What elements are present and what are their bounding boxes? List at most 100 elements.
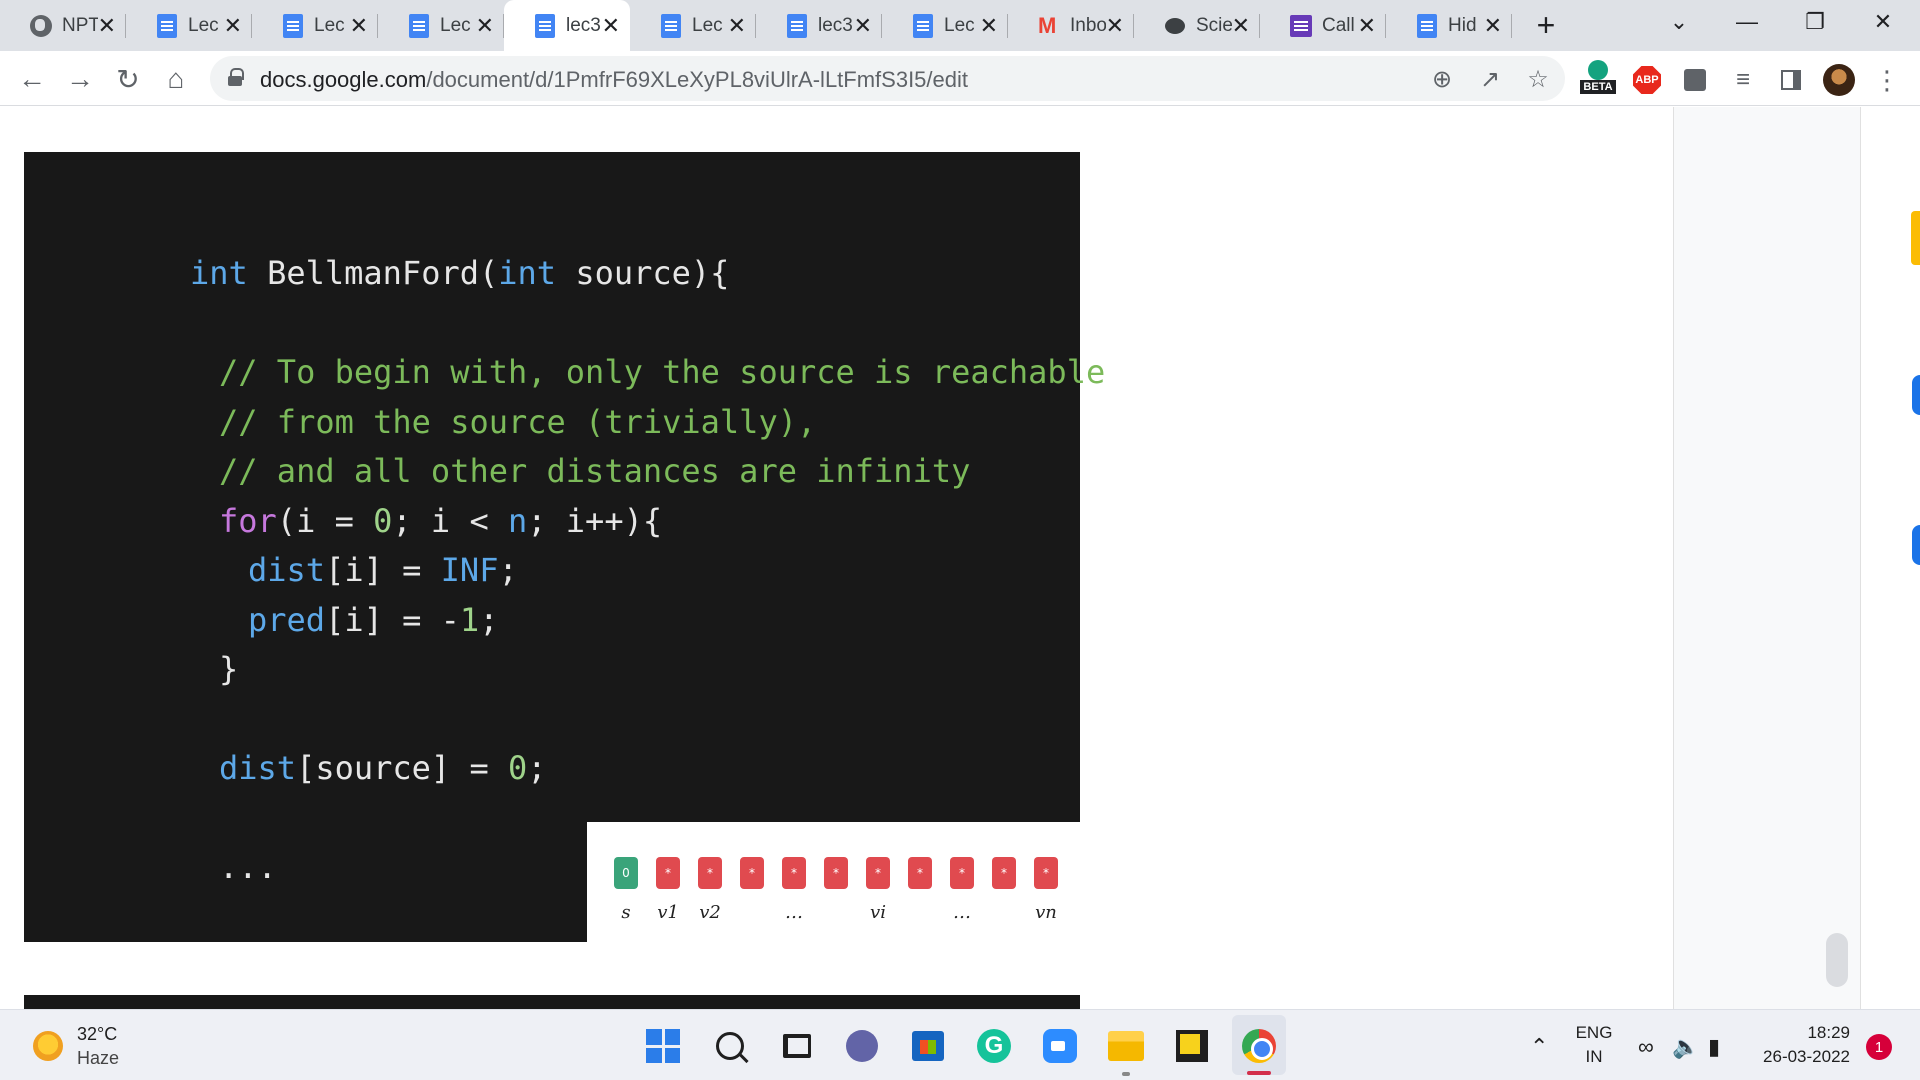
clock-time[interactable]: 18:29 — [1750, 1023, 1850, 1043]
weather-condition[interactable]: Haze — [77, 1048, 119, 1069]
browser-tab-active[interactable]: lec3 ✕ — [504, 0, 630, 51]
code-slide-image: int BellmanFord(int source){// To begin … — [24, 152, 1105, 942]
browser-tab[interactable]: NPTEL✕ — [0, 0, 126, 51]
browser-tab[interactable]: Call ✕ — [1260, 0, 1386, 51]
contacts-side-icon[interactable] — [1912, 525, 1920, 565]
browser-tab[interactable]: Lec ✕ — [630, 0, 756, 51]
menu-kebab-icon[interactable]: ⋮ — [1870, 63, 1904, 97]
teams-chat-icon[interactable] — [842, 1026, 882, 1066]
array-cell: * — [908, 857, 932, 889]
code-token: ; i++){ — [527, 501, 663, 540]
tab-close-icon[interactable]: ✕ — [98, 14, 116, 36]
sticky-notes-icon[interactable] — [1172, 1026, 1212, 1066]
browser-tab[interactable]: Hid ✕ — [1386, 0, 1512, 51]
tab-search-icon[interactable]: ⌄ — [1650, 0, 1708, 44]
docs-icon — [534, 13, 556, 38]
back-button[interactable]: ← — [12, 59, 52, 99]
scrollbar-thumb[interactable] — [1826, 933, 1848, 987]
zoom-icon[interactable]: ⊕ — [1428, 65, 1456, 93]
tab-close-icon[interactable]: ✕ — [350, 14, 368, 36]
code-token: // from the source (trivially), — [219, 402, 817, 441]
wifi-icon[interactable]: ∞ — [1638, 1034, 1654, 1060]
start-button[interactable] — [643, 1026, 683, 1066]
microsoft-store-icon[interactable] — [908, 1026, 948, 1066]
tab-close-icon[interactable]: ✕ — [854, 14, 872, 36]
tab-close-icon[interactable]: ✕ — [1106, 14, 1124, 36]
reload-button[interactable]: ↻ — [108, 59, 148, 99]
profile-avatar[interactable] — [1822, 63, 1856, 97]
restore-button[interactable]: ❐ — [1786, 0, 1844, 44]
lock-icon[interactable] — [228, 68, 244, 86]
tab-strip: NPTEL✕Lec✕Lec✕Lec✕lec3✕Lec✕lec3✕Lec✕MInb… — [0, 0, 1920, 51]
chrome-icon[interactable] — [1239, 1026, 1279, 1066]
close-window-button[interactable]: ✕ — [1854, 0, 1912, 44]
side-panel-icon[interactable] — [1774, 63, 1808, 97]
browser-tab[interactable]: M Inbox✕ — [1008, 0, 1134, 51]
code-token: ; — [479, 600, 499, 639]
code-line: dist[source] = 0; — [190, 744, 1105, 794]
weather-temperature[interactable]: 32°C — [77, 1024, 117, 1045]
code-line: pred[i] = -1; — [190, 596, 1105, 646]
battery-icon[interactable]: ▮ — [1708, 1034, 1720, 1060]
browser-tab[interactable]: Lec ✕ — [252, 0, 378, 51]
array-cell-label: s — [621, 902, 631, 923]
bookmark-star-icon[interactable]: ☆ — [1524, 65, 1552, 93]
new-tab-button[interactable]: + — [1526, 0, 1566, 51]
weather-sun-icon[interactable] — [33, 1031, 63, 1061]
browser-tab[interactable]: Lec ✕ — [126, 0, 252, 51]
tab-close-icon[interactable]: ✕ — [1358, 14, 1376, 36]
keep-side-icon[interactable] — [1911, 211, 1920, 265]
share-icon[interactable]: ↗ — [1476, 65, 1504, 93]
address-bar[interactable]: docs.google.com/document/d/1PmfrF69XLeXy… — [210, 56, 1565, 101]
show-hidden-icons-chevron-icon[interactable]: ⌃ — [1530, 1034, 1548, 1060]
search-icon[interactable] — [710, 1026, 750, 1066]
array-cell: * — [1034, 857, 1058, 889]
beta-extension-icon[interactable]: BETA — [1580, 60, 1616, 95]
language-indicator-top[interactable]: ENG — [1572, 1023, 1616, 1043]
language-indicator-bottom[interactable]: IN — [1572, 1047, 1616, 1067]
array-cell-label: vn — [1035, 902, 1057, 923]
extensions-puzzle-icon[interactable] — [1678, 63, 1712, 97]
code-line: int BellmanFord(int source){ — [190, 249, 1105, 299]
code-token: for — [219, 501, 277, 540]
tab-close-icon[interactable]: ✕ — [476, 14, 494, 36]
browser-tab[interactable]: lec3 ✕ — [756, 0, 882, 51]
browser-tab[interactable]: Scie ✕ — [1134, 0, 1260, 51]
home-button[interactable]: ⌂ — [156, 59, 196, 99]
tasks-side-icon[interactable] — [1912, 375, 1920, 415]
reading-list-icon[interactable]: ≡ — [1726, 63, 1760, 97]
gmail-icon: M — [1038, 12, 1057, 38]
zoom-app-icon[interactable] — [1040, 1026, 1080, 1066]
document-canvas[interactable]: int BellmanFord(int source){// To begin … — [0, 107, 1920, 1009]
adblock-icon[interactable]: ABP — [1630, 63, 1664, 97]
url-text[interactable]: docs.google.com/document/d/1PmfrF69XLeXy… — [260, 67, 968, 93]
tab-close-icon[interactable]: ✕ — [224, 14, 242, 36]
docs-icon — [408, 13, 430, 38]
minimize-button[interactable]: — — [1718, 0, 1776, 44]
file-explorer-icon[interactable] — [1106, 1026, 1146, 1066]
tab-close-icon[interactable]: ✕ — [1232, 14, 1250, 36]
browser-tab[interactable]: Lec ✕ — [378, 0, 504, 51]
grammarly-icon[interactable]: G — [974, 1026, 1014, 1066]
tab-close-icon[interactable]: ✕ — [980, 14, 998, 36]
beta-label: BETA — [1580, 80, 1616, 94]
code-token: n — [507, 501, 528, 540]
code-token: [i] = — [325, 551, 441, 589]
notification-badge[interactable]: 1 — [1866, 1034, 1892, 1060]
clock-date[interactable]: 26-03-2022 — [1750, 1047, 1850, 1067]
code-token: BellmanFord( — [247, 254, 499, 292]
tab-close-icon[interactable]: ✕ — [728, 14, 746, 36]
file-explorer-running-indicator — [1122, 1072, 1130, 1076]
docs-icon — [912, 13, 934, 38]
volume-icon[interactable]: 🔈 — [1672, 1034, 1699, 1060]
code-token: [source] = — [296, 749, 508, 787]
tab-close-icon[interactable]: ✕ — [1484, 14, 1502, 36]
tab-close-icon[interactable]: ✕ — [602, 14, 620, 36]
forward-button[interactable]: → — [60, 59, 100, 99]
browser-tab[interactable]: Lec ✕ — [882, 0, 1008, 51]
code-token: (i = — [276, 501, 374, 540]
windows-taskbar: 32°C Haze G ⌃ ENG IN ∞ 🔈 ▮ 18:29 26-03-2… — [0, 1009, 1920, 1080]
task-view-icon[interactable] — [777, 1026, 817, 1066]
